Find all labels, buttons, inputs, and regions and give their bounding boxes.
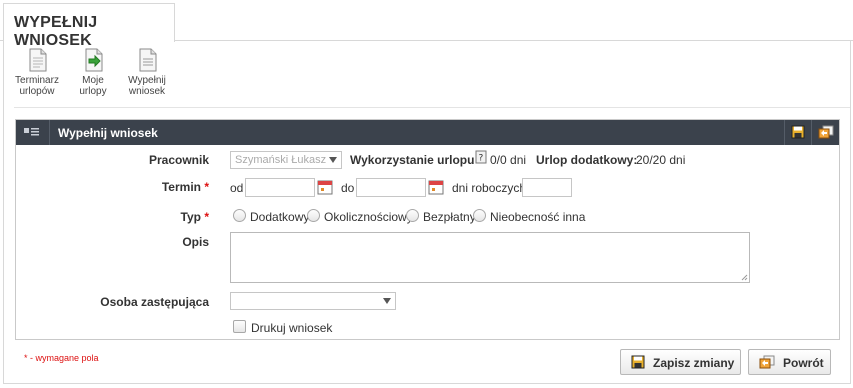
toolbar-label-line2: urlopów — [19, 86, 55, 97]
termin-od-label: od — [230, 181, 244, 195]
pracownik-label: Pracownik — [148, 153, 209, 167]
pracownik-select[interactable]: Szymański Łukasz — [230, 151, 342, 169]
drukuj-wniosek-label: Drukuj wniosek — [251, 321, 333, 335]
back-button-label: Powrót — [783, 356, 824, 370]
dni-roboczych-label: dni roboczych — [452, 181, 527, 195]
required-fields-note: * - wymagane pola — [24, 353, 99, 363]
typ-label-text: Typ — [180, 210, 201, 224]
toolbar-wypelnij-wniosek[interactable]: Wypełnij wniosek — [124, 48, 170, 97]
pracownik-value: Szymański Łukasz — [235, 154, 327, 166]
osoba-zastepujaca-label: Osoba zastępująca — [100, 295, 209, 309]
form-panel: Wypełnij wniosek Pracownik Szymański Łuk… — [15, 119, 840, 340]
termin-do-input[interactable] — [356, 178, 426, 197]
termin-label-text: Termin — [161, 180, 201, 194]
toolbar-divider — [14, 107, 850, 108]
toolbar-label-line1: Terminarz — [15, 75, 59, 86]
panel-title: Wypełnij wniosek — [58, 126, 158, 140]
typ-option-label: Okolicznościowy — [324, 210, 413, 224]
required-marker: * — [204, 180, 209, 194]
usage-value: 0/0 dni — [490, 153, 527, 167]
termin-od-input[interactable] — [245, 178, 315, 197]
calendar-icon[interactable] — [428, 179, 444, 195]
back-button[interactable]: Powrót — [748, 349, 831, 375]
panel-save-button[interactable] — [784, 120, 811, 145]
typ-radio-bezplatny[interactable] — [406, 209, 419, 222]
panel-restore-button[interactable] — [811, 120, 838, 145]
page: WYPEŁNIJ WNIOSEK Terminarz urlopów Moje … — [0, 0, 853, 388]
help-icon[interactable]: ? — [475, 150, 487, 164]
svg-text:?: ? — [479, 154, 484, 164]
toolbar-label-line1: Wypełnij — [128, 75, 166, 86]
save-icon — [791, 125, 805, 139]
toolbar-label-line1: Moje — [82, 75, 104, 86]
opis-label: Opis — [182, 235, 209, 249]
toolbar-terminarz-urlopow[interactable]: Terminarz urlopów — [14, 48, 60, 97]
termin-label: Termin * — [136, 180, 209, 194]
usage-label: Wykorzystanie urlopu — [350, 153, 475, 167]
typ-radio-okolicznosciowy[interactable] — [307, 209, 320, 222]
toolbar-label-line2: wniosek — [128, 86, 166, 97]
typ-radio-nieobecnosc-inna[interactable] — [473, 209, 486, 222]
typ-radio-dodatkowy[interactable] — [233, 209, 246, 222]
typ-option-label: Dodatkowy — [250, 210, 310, 224]
save-button-label: Zapisz zmiany — [653, 356, 735, 370]
termin-do-label: do — [341, 181, 355, 195]
toolbar-moje-urlopy[interactable]: Moje urlopy — [76, 48, 110, 97]
extra-leave-label: Urlop dodatkowy: — [536, 153, 638, 167]
toolbar-label-line2: urlopy — [79, 86, 107, 97]
doc-fill-icon — [139, 48, 157, 72]
drukuj-wniosek-checkbox[interactable] — [233, 320, 246, 333]
resize-grip-icon[interactable] — [741, 274, 748, 281]
dni-roboczych-input[interactable] — [522, 178, 572, 197]
tab-wypelnij-wniosek[interactable]: WYPEŁNIJ WNIOSEK — [3, 3, 175, 49]
save-button[interactable]: Zapisz zmiany — [620, 349, 741, 375]
chevron-down-icon — [329, 157, 337, 163]
calendar-doc-icon — [29, 48, 47, 72]
save-icon — [631, 355, 645, 369]
typ-option-label: Nieobecność inna — [490, 210, 586, 224]
opis-textarea[interactable] — [230, 232, 750, 283]
typ-option-label: Bezpłatny — [423, 210, 476, 224]
doc-arrow-icon — [85, 48, 103, 72]
header-divider — [49, 120, 50, 145]
extra-leave-value: 20/20 dni — [636, 153, 686, 167]
chevron-down-icon — [383, 298, 391, 304]
list-menu-icon[interactable] — [24, 126, 40, 138]
required-marker: * — [204, 210, 209, 224]
panel-header: Wypełnij wniosek — [16, 120, 839, 145]
calendar-icon[interactable] — [317, 179, 333, 195]
osoba-zastepujaca-select[interactable] — [230, 292, 396, 310]
typ-label: Typ * — [136, 210, 209, 224]
back-icon — [759, 355, 775, 369]
restore-icon — [818, 125, 834, 139]
